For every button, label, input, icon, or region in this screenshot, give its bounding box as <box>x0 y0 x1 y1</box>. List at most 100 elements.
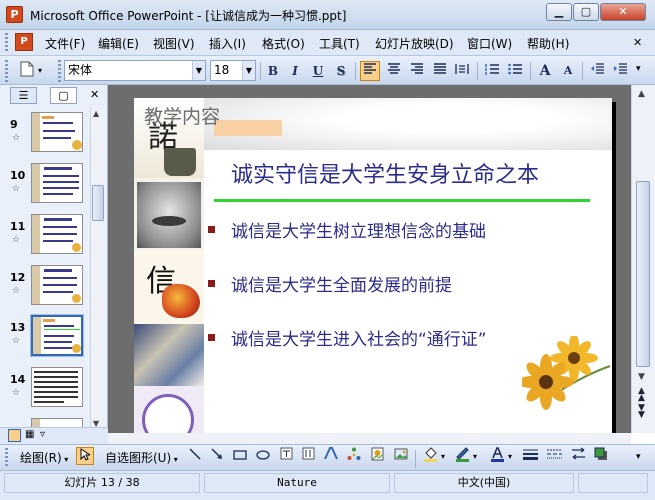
slide-thumbnail[interactable] <box>31 265 83 305</box>
scrollbar-thumb[interactable] <box>92 185 104 221</box>
menu-edit[interactable]: 编辑(E) <box>98 35 139 52</box>
new-document-icon[interactable] <box>17 61 37 81</box>
scroll-up-icon[interactable]: ▲ <box>638 89 645 99</box>
draw-menu-button[interactable]: 绘图(R) ▾ <box>20 449 68 466</box>
chevron-down-icon[interactable]: ▾ <box>508 452 512 461</box>
bullet-text[interactable]: 诚信是大学生全面发展的前提 <box>231 271 452 296</box>
chevron-down-icon[interactable]: ▾ <box>473 452 477 461</box>
justify-icon[interactable] <box>430 61 450 81</box>
chevron-down-icon[interactable]: ▼ <box>242 61 255 80</box>
align-right-icon[interactable] <box>407 61 427 81</box>
menu-grip[interactable] <box>5 33 8 53</box>
toolbar-options-icon[interactable]: ▾ <box>636 452 641 462</box>
slide-vertical-scrollbar[interactable]: ▲ ▼ ▲ ▲ ▼ ▼ <box>631 85 655 433</box>
shadow-button[interactable]: S <box>331 61 351 81</box>
toolbar-grip-2[interactable] <box>58 60 61 82</box>
shadow-style-icon[interactable] <box>592 447 610 465</box>
chevron-down-icon[interactable]: ▾ <box>441 452 445 461</box>
slideshow-view-icon[interactable]: ▿ <box>40 429 45 440</box>
toolbar-dropdown-arrow-icon[interactable]: ▾ <box>38 66 42 75</box>
line-color-icon[interactable] <box>453 447 471 465</box>
text-box-icon[interactable] <box>277 447 295 465</box>
status-empty-cell <box>578 473 648 493</box>
document-icon[interactable]: P <box>15 33 33 51</box>
slide-thumbnail[interactable] <box>31 418 83 427</box>
next-slide-icon[interactable]: ▼ ▼ <box>638 404 645 420</box>
scrollbar-thumb[interactable] <box>636 181 650 367</box>
oval-tool-icon[interactable] <box>254 447 272 465</box>
menu-view[interactable]: 视图(V) <box>153 35 195 52</box>
tab-outline[interactable]: ☰ <box>10 87 37 104</box>
normal-view-icon[interactable] <box>8 429 21 442</box>
animation-star-icon: ☆ <box>12 133 21 143</box>
toolbar-grip[interactable] <box>5 60 8 82</box>
toolbar-options-icon[interactable]: ▾ <box>636 64 641 74</box>
wordart-icon[interactable] <box>322 447 340 465</box>
italic-button[interactable]: I <box>285 61 305 81</box>
close-window-button[interactable]: ✕ <box>600 3 646 21</box>
distributed-align-icon[interactable] <box>452 61 472 81</box>
tab-slides[interactable]: ▢ <box>50 87 77 104</box>
design-template-name: Nature <box>204 473 390 493</box>
slide-title[interactable]: 诚实守信是大学生安身立命之本 <box>231 157 539 189</box>
fill-color-icon[interactable] <box>421 447 439 465</box>
font-color-icon[interactable] <box>488 447 506 465</box>
rectangle-tool-icon[interactable] <box>231 447 249 465</box>
image-strip[interactable]: 諾 信 <box>134 98 204 433</box>
slide-thumbnail[interactable] <box>31 367 83 407</box>
slide-canvas[interactable]: 諾 信 教学内容 诚实守信是大学生安身立命之本 诚信是大学生树立理想信念的基础 … <box>134 98 612 433</box>
scroll-up-icon[interactable]: ▲ <box>93 109 99 118</box>
font-name-select[interactable]: 宋体 ▼ <box>64 60 206 81</box>
menu-tools[interactable]: 工具(T) <box>319 35 360 52</box>
slide-thumbnail[interactable] <box>31 112 83 152</box>
increase-indent-icon[interactable] <box>610 61 630 81</box>
slide-thumbnail-selected[interactable] <box>30 314 84 357</box>
minimize-button[interactable]: ▁ <box>546 3 572 21</box>
menu-slideshow[interactable]: 幻灯片放映(D) <box>375 35 454 52</box>
dash-style-icon[interactable] <box>545 447 563 465</box>
slides-pane-scrollbar[interactable]: ▲ ▼ <box>90 107 105 433</box>
menu-window[interactable]: 窗口(W) <box>467 35 512 52</box>
restore-button[interactable]: ▢ <box>573 3 599 21</box>
menu-file[interactable]: 文件(F) <box>45 35 85 52</box>
chevron-down-icon: ▾ <box>61 455 69 464</box>
scroll-down-icon[interactable]: ▼ <box>638 372 645 382</box>
horizontal-scrollbar[interactable] <box>108 433 631 444</box>
bullet-text[interactable]: 诚信是大学生进入社会的“通行证” <box>231 325 487 350</box>
insert-picture-icon[interactable] <box>392 447 410 465</box>
increase-font-size-button[interactable]: A <box>535 61 555 81</box>
underline-button[interactable]: U <box>308 61 328 81</box>
close-pane-button[interactable]: ✕ <box>90 88 99 101</box>
powerpoint-app-icon[interactable]: P <box>6 6 23 23</box>
clip-art-icon[interactable] <box>368 447 386 465</box>
menu-help[interactable]: 帮助(H) <box>527 35 569 52</box>
bold-button[interactable]: B <box>263 61 283 81</box>
font-size-select[interactable]: 18 ▼ <box>210 60 256 81</box>
drawing-toolbar-grip[interactable] <box>5 448 8 466</box>
decrease-indent-icon[interactable] <box>587 61 607 81</box>
diagram-icon[interactable] <box>345 447 363 465</box>
chevron-down-icon: ▾ <box>171 455 178 464</box>
line-style-icon[interactable] <box>521 447 539 465</box>
vertical-text-box-icon[interactable] <box>299 447 317 465</box>
arrow-tool-icon[interactable] <box>208 447 226 465</box>
menu-insert[interactable]: 插入(I) <box>209 35 246 52</box>
menu-format[interactable]: 格式(O) <box>262 35 305 52</box>
slide-thumbnail[interactable] <box>31 163 83 203</box>
align-left-icon[interactable] <box>360 61 380 81</box>
chevron-down-icon[interactable]: ▼ <box>192 61 205 80</box>
bulleted-list-icon[interactable] <box>505 61 525 81</box>
decrease-font-size-button[interactable]: A <box>558 61 578 81</box>
slide-thumbnail[interactable] <box>31 214 83 254</box>
slide-sorter-view-icon[interactable]: ▦ <box>25 429 34 440</box>
arrow-style-icon[interactable] <box>569 447 587 465</box>
close-document-button[interactable]: ✕ <box>633 36 642 49</box>
numbered-list-icon[interactable] <box>482 61 502 81</box>
autoshapes-menu-button[interactable]: 自选图形(U) ▾ <box>105 449 178 466</box>
align-center-icon[interactable] <box>384 61 404 81</box>
select-pointer-icon[interactable] <box>76 447 94 465</box>
previous-slide-icon[interactable]: ▲ ▲ <box>638 387 645 403</box>
bullet-text[interactable]: 诚信是大学生树立理想信念的基础 <box>231 217 486 242</box>
slide-section-label[interactable]: 教学内容 <box>144 102 220 129</box>
line-tool-icon[interactable] <box>186 447 204 465</box>
